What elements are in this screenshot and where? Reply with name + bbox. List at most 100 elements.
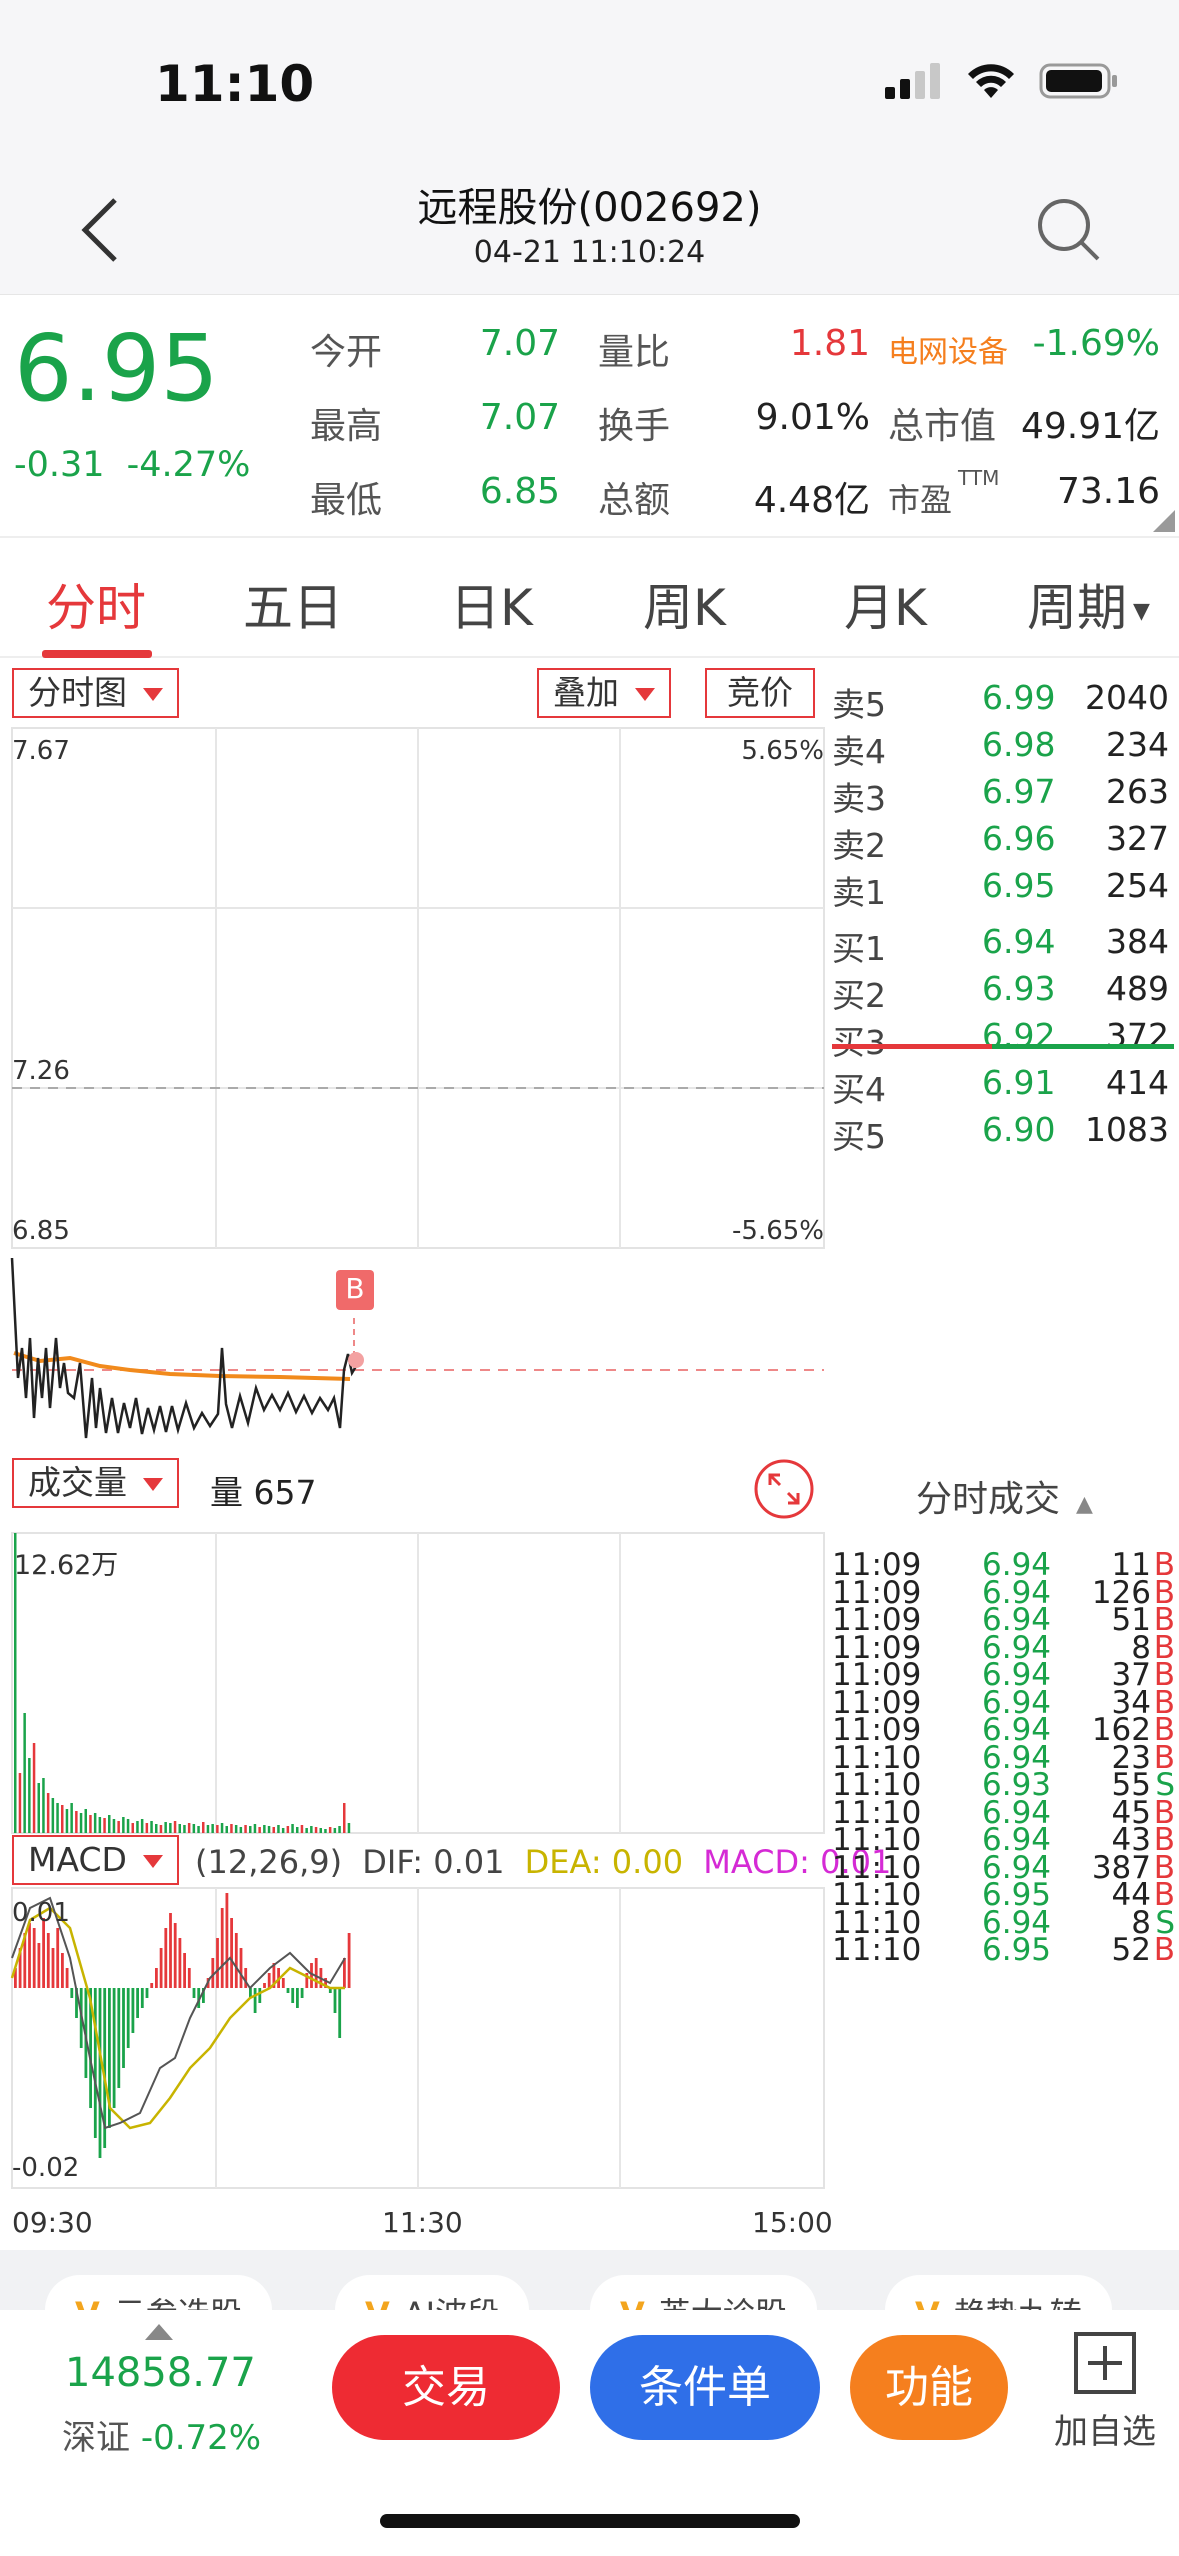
macd-bar [310, 1963, 313, 1988]
macd-bar [56, 1928, 60, 1988]
macd-dea: DEA: 0.00 [524, 1843, 684, 1881]
macd-axis-top: 0.01 [12, 1898, 70, 1928]
chip-cloud-pick[interactable]: V 云参选股 [45, 2275, 272, 2310]
level-price: 6.92 [982, 1016, 1056, 1055]
volume-bar [333, 1828, 337, 1833]
dif-line [11, 1896, 346, 2130]
chip-ai-band[interactable]: V AI波段 [335, 2275, 530, 2310]
volume-bar [319, 1828, 322, 1833]
volume-bar [328, 1827, 332, 1833]
function-button[interactable]: 功能 [850, 2335, 1008, 2440]
fullscreen-icon[interactable] [753, 1458, 815, 1520]
order-book-bid-row[interactable]: 买4 6.91 414 [830, 1059, 1179, 1109]
macd-bar [65, 1968, 69, 1988]
index-value[interactable]: 14858.77 [65, 2350, 256, 2396]
add-watchlist-button[interactable]: 加自选 [1045, 2330, 1165, 2453]
volume-bar [206, 1825, 210, 1833]
battery-icon [1039, 63, 1117, 99]
condition-order-button[interactable]: 条件单 [590, 2335, 820, 2440]
volume-bar [56, 1803, 59, 1833]
tick-price: 6.95 [982, 1932, 1052, 1968]
level-price: 6.94 [982, 922, 1056, 961]
x-axis-start: 09:30 [12, 2206, 93, 2239]
chip-label: 云参选股 [114, 2295, 242, 2310]
index-label[interactable]: 深证 -0.72% [62, 2410, 261, 2459]
tab-weekly-k[interactable]: 周K [643, 568, 726, 640]
volume-bar [324, 1829, 327, 1833]
volume-dropdown[interactable]: 成交量 [12, 1458, 179, 1508]
tab-monthly-k[interactable]: 月K [844, 568, 927, 640]
expand-corner-icon[interactable] [1153, 510, 1175, 532]
macd-bar [140, 1988, 144, 2008]
tick-volume: 52 [1111, 1932, 1151, 1968]
order-book-ask-row[interactable]: 卖5 6.99 2040 [830, 674, 1179, 724]
volume-bar [183, 1825, 186, 1833]
macd-bar [192, 1988, 196, 1998]
volume-bar [225, 1826, 228, 1833]
overlay-dropdown[interactable]: 叠加 [537, 668, 671, 718]
level-price: 6.99 [982, 678, 1056, 717]
order-book-ask-row[interactable]: 卖2 6.96 327 [830, 815, 1179, 865]
volume-bar [89, 1815, 92, 1833]
level-price: 6.95 [982, 866, 1056, 905]
tab-period[interactable]: 周期 ▼ [1027, 568, 1150, 640]
level-label: 卖3 [832, 779, 886, 818]
period-tabs: 分时 五日 日K 周K 月K 周期 ▼ [0, 540, 1179, 658]
order-book-bid-row[interactable]: 买2 6.93 489 [830, 965, 1179, 1015]
volume-bar [277, 1825, 280, 1833]
chip-diagnosis[interactable]: V 英大诊股 [590, 2275, 817, 2310]
order-book-bid-row[interactable]: 买3 6.92 372 [830, 1012, 1179, 1062]
tick-trades-header[interactable]: 分时成交 ▲ [830, 1470, 1179, 1522]
chip-label: 趋势九转 [954, 2295, 1082, 2310]
order-book-ask-row[interactable]: 卖4 6.98 234 [830, 721, 1179, 771]
level-volume: 263 [1106, 772, 1169, 811]
volume-bar [267, 1826, 271, 1833]
y-axis-top: 7.67 [12, 736, 70, 766]
overlay-label: 叠加 [553, 673, 619, 712]
volume-bar [51, 1798, 55, 1833]
level-label: 买1 [832, 929, 886, 968]
dropdown-icon: ▼ [1133, 599, 1150, 624]
macd-bar [291, 1988, 295, 2003]
volume-bar [216, 1825, 219, 1833]
order-book-bid-row[interactable]: 买5 6.90 1083 [830, 1106, 1179, 1156]
macd-dropdown[interactable]: MACD [12, 1835, 179, 1885]
search-icon[interactable] [1034, 195, 1104, 265]
volume-bar [300, 1825, 304, 1833]
volume-bar [197, 1826, 200, 1833]
volume-bar [263, 1825, 266, 1833]
tab-five-day[interactable]: 五日 [243, 568, 343, 640]
macd-dif: DIF: 0.01 [362, 1843, 505, 1881]
order-book-ask-row[interactable]: 卖3 6.97 263 [830, 768, 1179, 818]
stat-label: 最低 [310, 480, 383, 521]
stat-value: 7.07 [479, 323, 560, 364]
macd-bar [314, 1958, 318, 1988]
sector-link[interactable]: 电网设备 [888, 327, 1008, 371]
volume-bar [79, 1813, 83, 1833]
chip-trend-nine[interactable]: V 趋势九转 [885, 2275, 1112, 2310]
volume-bar [136, 1821, 139, 1833]
feature-chips: V 云参选股 V AI波段 V 英大诊股 V 趋势九转 [0, 2250, 1179, 2310]
level-price: 6.98 [982, 725, 1056, 764]
order-book-bid-row[interactable]: 买1 6.94 384 [830, 918, 1179, 968]
chart-type-dropdown[interactable]: 分时图 [12, 668, 179, 718]
volume-bar [42, 1778, 45, 1833]
volume-bar [305, 1828, 308, 1833]
volume-bar [338, 1826, 341, 1833]
tab-daily-k[interactable]: 日K [450, 568, 533, 640]
index-toggle-icon[interactable] [145, 2324, 173, 2340]
trade-button[interactable]: 交易 [332, 2335, 560, 2440]
macd-bar [216, 1938, 219, 1988]
tab-intraday[interactable]: 分时 [46, 568, 146, 640]
volume-bar [70, 1803, 73, 1833]
order-book-ask-row[interactable]: 卖1 6.95 254 [830, 862, 1179, 912]
stat-value: 4.48亿 [753, 480, 870, 521]
pct-axis-top: 5.65% [741, 736, 824, 766]
volume-bar [150, 1821, 153, 1833]
level-price: 6.90 [982, 1110, 1056, 1149]
volume-bar [75, 1811, 78, 1833]
level-price: 6.97 [982, 772, 1056, 811]
auction-button[interactable]: 竞价 [705, 668, 815, 718]
macd-bar [296, 1988, 299, 2008]
sector-change: -1.69% [1032, 323, 1160, 364]
